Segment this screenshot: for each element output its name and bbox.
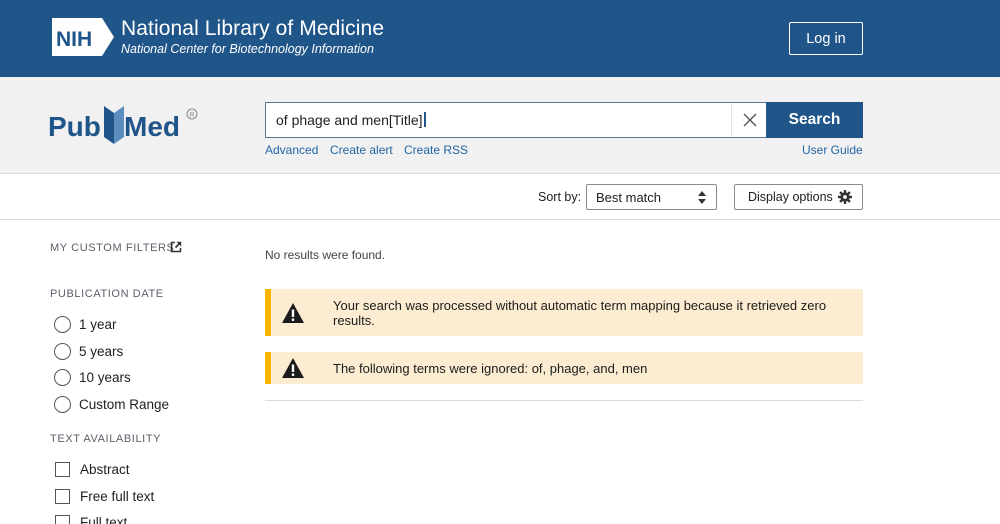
radio-button[interactable] bbox=[54, 369, 71, 386]
checkbox[interactable] bbox=[55, 489, 70, 504]
advanced-link[interactable]: Advanced bbox=[265, 143, 318, 157]
sort-select[interactable]: Best match bbox=[586, 184, 717, 210]
date-filter-1-year[interactable]: 1 year bbox=[54, 316, 117, 333]
create-rss-link[interactable]: Create RSS bbox=[404, 143, 468, 157]
no-results-message: No results were found. bbox=[265, 248, 386, 262]
search-input[interactable]: of phage and men[Title] bbox=[265, 102, 767, 138]
nih-logo-text: NIH bbox=[56, 28, 92, 51]
alert-text: Your search was processed without automa… bbox=[333, 297, 827, 328]
filter-free-full-text[interactable]: Free full text bbox=[54, 489, 154, 504]
checkbox[interactable] bbox=[55, 515, 70, 524]
svg-text:Pub: Pub bbox=[48, 111, 101, 142]
publication-date-heading: PUBLICATION DATE bbox=[50, 288, 164, 300]
sort-select-value: Best match bbox=[596, 189, 662, 205]
filter-label: Full text bbox=[80, 515, 128, 524]
date-filter-10-years[interactable]: 10 years bbox=[54, 369, 131, 386]
login-button[interactable]: Log in bbox=[789, 22, 863, 55]
nih-subtitle: National Center for Biotechnology Inform… bbox=[121, 42, 374, 56]
display-options-button[interactable]: Display options bbox=[734, 184, 863, 210]
search-input-value: of phage and men[Title] bbox=[276, 112, 423, 128]
date-filter-label: 5 years bbox=[79, 344, 124, 359]
term-mapping-alert: Your search was processed without automa… bbox=[265, 289, 863, 336]
pubmed-logo-icon[interactable]: Pub Med R bbox=[48, 100, 200, 152]
nih-header: NIH National Library of Medicine Nationa… bbox=[0, 0, 1000, 77]
filter-full-text[interactable]: Full text bbox=[54, 515, 127, 524]
clear-icon bbox=[743, 113, 756, 127]
radio-button[interactable] bbox=[54, 343, 71, 360]
ignored-terms-alert: The following terms were ignored: of, ph… bbox=[265, 352, 863, 384]
warning-icon bbox=[282, 358, 304, 378]
radio-button[interactable] bbox=[54, 396, 71, 413]
create-alert-link[interactable]: Create alert bbox=[330, 143, 393, 157]
filter-label: Free full text bbox=[80, 489, 155, 504]
date-filter-5-years[interactable]: 5 years bbox=[54, 343, 123, 360]
display-options-label: Display options bbox=[748, 190, 833, 204]
date-filter-custom-range[interactable]: Custom Range bbox=[54, 396, 169, 413]
sort-label: Sort by: bbox=[538, 190, 582, 204]
results-divider bbox=[265, 400, 863, 401]
filter-label: Abstract bbox=[80, 462, 130, 477]
gear-icon bbox=[837, 190, 852, 204]
sort-arrows-icon bbox=[698, 191, 706, 204]
filter-abstract[interactable]: Abstract bbox=[54, 462, 130, 477]
checkbox[interactable] bbox=[55, 462, 70, 477]
search-button[interactable]: Search bbox=[766, 102, 863, 138]
text-caret bbox=[423, 112, 426, 127]
custom-filters-heading[interactable]: MY CUSTOM FILTERS bbox=[50, 242, 175, 254]
user-guide-link[interactable]: User Guide bbox=[802, 143, 863, 157]
svg-text:R: R bbox=[190, 112, 195, 119]
radio-button[interactable] bbox=[54, 316, 71, 333]
date-filter-label: Custom Range bbox=[79, 397, 170, 412]
nih-logo-icon[interactable]: NIH bbox=[50, 16, 116, 58]
date-filter-label: 10 years bbox=[79, 370, 131, 385]
external-link-icon[interactable] bbox=[170, 241, 182, 253]
nih-title[interactable]: National Library of Medicine bbox=[121, 17, 384, 41]
alert-text: The following terms were ignored: of, ph… bbox=[333, 360, 648, 376]
svg-text:Med: Med bbox=[124, 111, 180, 142]
date-filter-label: 1 year bbox=[79, 317, 117, 332]
text-availability-heading: TEXT AVAILABILITY bbox=[50, 433, 162, 445]
warning-icon bbox=[282, 302, 304, 323]
clear-search-button[interactable] bbox=[731, 103, 767, 137]
